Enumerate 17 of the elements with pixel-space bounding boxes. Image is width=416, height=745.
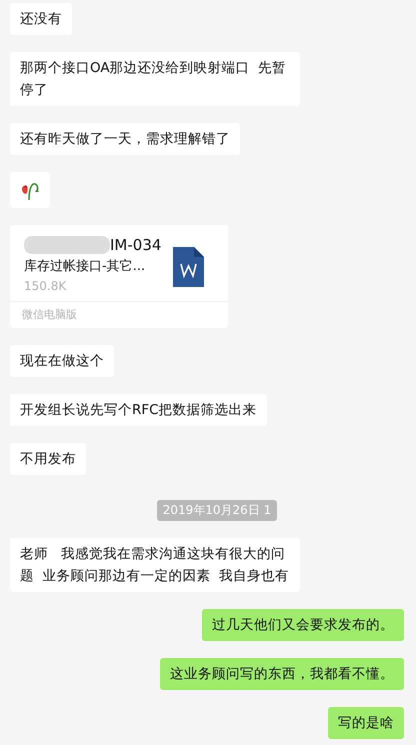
message-bubble: 那两个接口OA那边还没给到映射端口 先暂停了 [10,52,300,106]
timestamp: 2019年10月26日 1 [156,500,278,521]
message-bubble: 还有昨天做了一天，需求理解错了 [10,123,240,155]
message-bubble: 还没有 [10,3,72,35]
message-bubble: 开发组长说先写个RFC把数据筛选出来 [10,394,267,426]
document-icon [173,247,204,287]
message-bubble: 这业务顾问写的东西，我都看不懂。 [160,658,404,690]
message-bubble: 写的是啥 [328,707,404,739]
file-name: IM-034 [110,236,162,254]
message-bubble: 老师 我感觉我在需求沟通这块有很大的问题 业务顾问那边有一定的因素 我自身也有 [10,538,300,592]
source-label: 微信电脑版 [10,301,228,328]
message-bubble: 不用发布 [10,443,86,475]
message-bubble: 现在在做这个 [10,345,114,377]
message-bubble: 过几天他们又会要求发布的。 [202,609,404,641]
file-size: 150.8K [24,279,68,293]
wilted-rose-icon [20,180,40,202]
file-title: 库存过帐接口-其它... [24,258,146,275]
